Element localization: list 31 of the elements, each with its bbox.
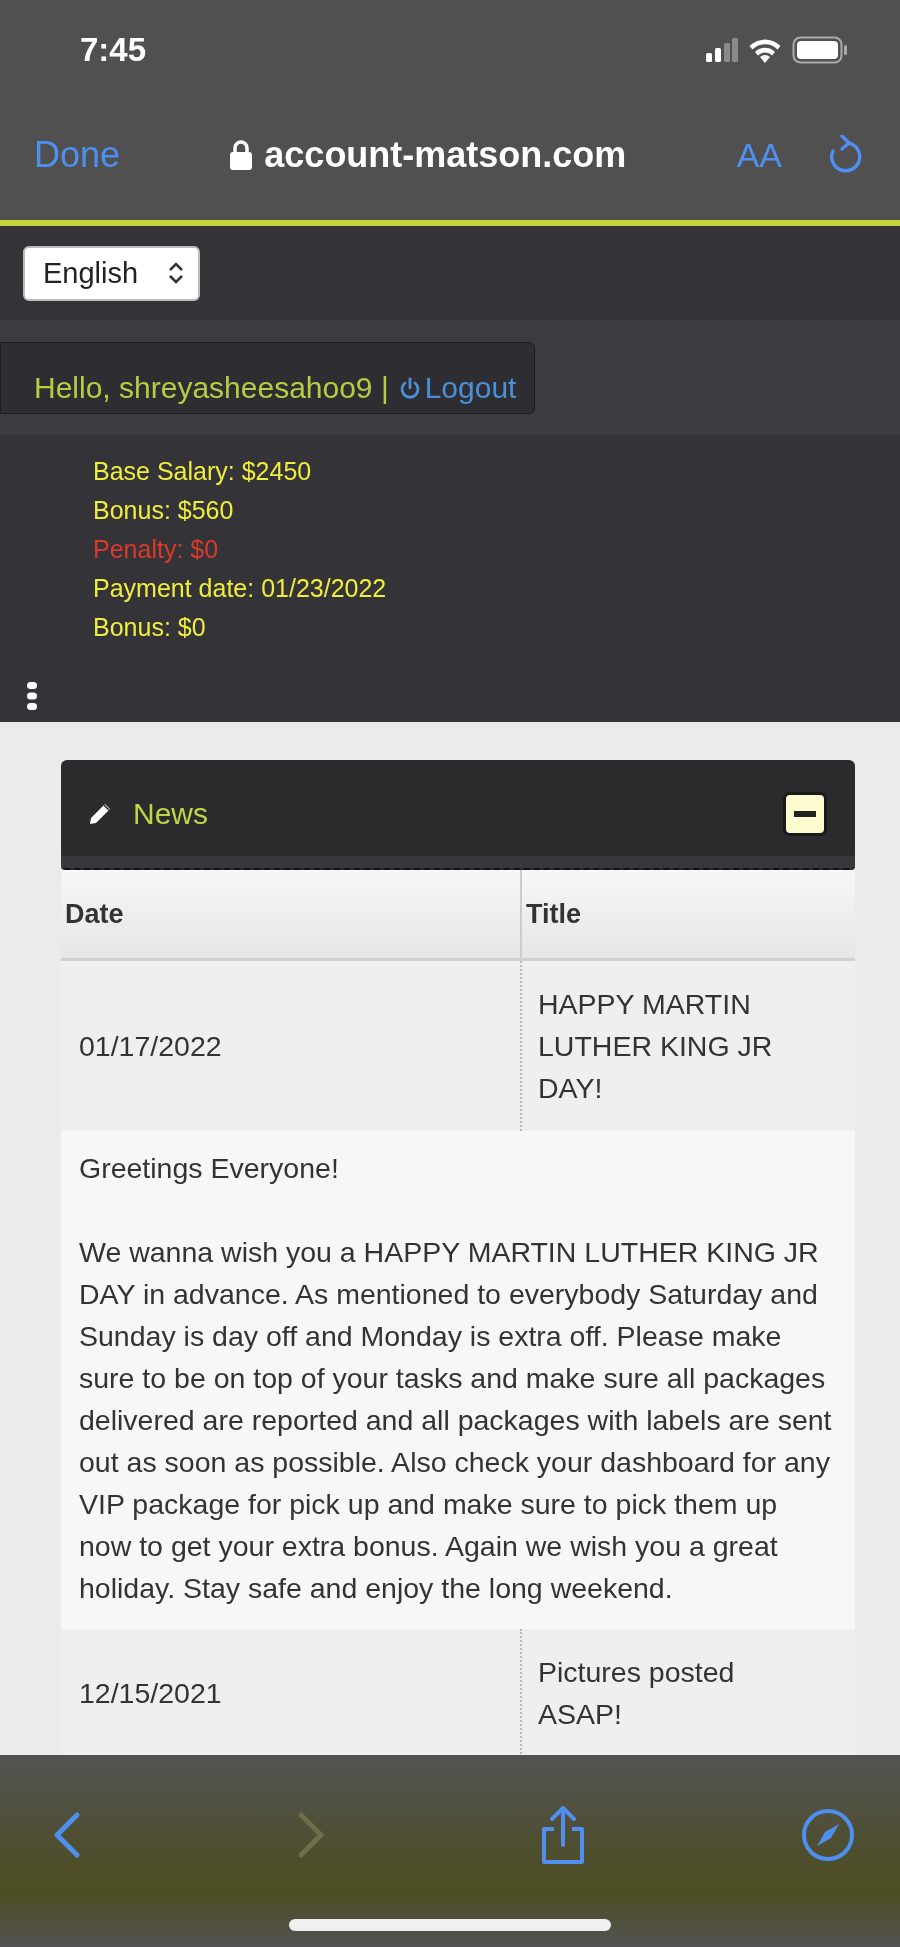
news-paragraph: Greetings Everyone! bbox=[79, 1151, 340, 1186]
chevron-updown-icon bbox=[168, 261, 184, 285]
title-cell[interactable]: HAPPY MARTIN LUTHER KING JR DAY! bbox=[538, 983, 795, 1109]
minus-icon bbox=[794, 811, 816, 817]
greeting-text: Hello, shreyasheesahoo9 | bbox=[34, 370, 389, 405]
compass-icon[interactable] bbox=[800, 1808, 855, 1862]
salary-line: Bonus: $0 bbox=[93, 612, 207, 643]
salary-line: Penalty: $0 bbox=[93, 534, 220, 565]
back-icon[interactable] bbox=[52, 1811, 82, 1859]
power-icon bbox=[398, 375, 421, 400]
column-header: Date bbox=[61, 870, 522, 958]
status-time: 7:45 bbox=[80, 31, 147, 69]
signal-icon bbox=[706, 38, 738, 62]
pencil-icon bbox=[87, 801, 113, 827]
date-cell-text: 12/15/2021 bbox=[79, 1676, 222, 1711]
battery-icon bbox=[792, 36, 848, 64]
salary-line: Base Salary: $2450 bbox=[93, 456, 313, 487]
wifi-icon bbox=[748, 37, 782, 63]
title-cell[interactable]: Pictures posted ASAP! bbox=[538, 1651, 795, 1735]
collapse-button[interactable] bbox=[783, 792, 827, 836]
lock-icon bbox=[230, 140, 253, 170]
news-title: News bbox=[133, 797, 209, 831]
logout-link[interactable]: Logout bbox=[398, 370, 517, 405]
column-header: Title bbox=[525, 897, 582, 931]
salary-line: Payment date: 01/23/2022 bbox=[93, 573, 388, 604]
news-paragraph: We wanna wish you a HAPPY MARTIN LUTHER KING JR DAY in advance. As mentioned to everybody Saturday and Sunday is day off and Monday is extra off. Please make sure to be on top of your tasks and make sure all packages delivered are reported and all packages with labels are sent out as soon as possible. Also check your dashboard for any VIP package for pick up and make sure to pick them up now to get your extra bonus. Again we wish you a great holiday. Stay safe and enjoy the long weekend. bbox=[79, 1235, 833, 1606]
salary-line: Bonus: $560 bbox=[93, 495, 235, 526]
date-cell-text: 01/17/2022 bbox=[79, 1029, 222, 1064]
language-select[interactable]: English bbox=[23, 245, 200, 301]
url-text[interactable]: account-matson.com bbox=[264, 134, 627, 176]
more-icon[interactable] bbox=[27, 682, 37, 710]
